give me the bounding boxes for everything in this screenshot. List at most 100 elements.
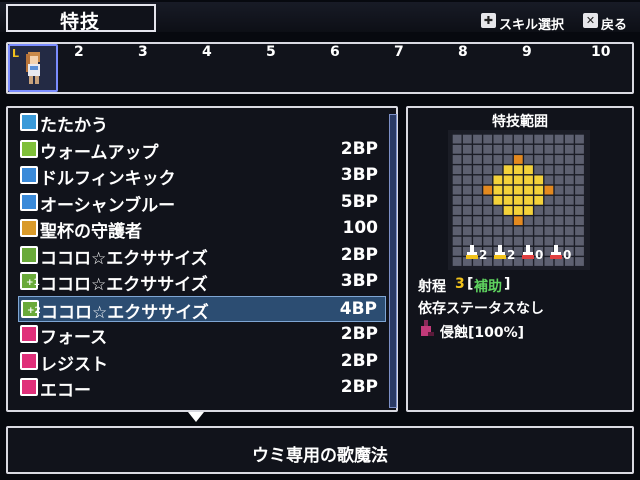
range-cell — [462, 175, 472, 185]
scroll-down-arrow-icon[interactable] — [188, 412, 204, 422]
range-cell — [452, 216, 462, 226]
range-cell — [462, 185, 472, 195]
skill-row[interactable]: エコー 2BP — [18, 375, 386, 401]
range-cell — [452, 144, 462, 154]
range-cell — [493, 195, 503, 205]
range-cell — [575, 236, 584, 246]
range-cell — [554, 175, 564, 185]
range-cell — [483, 155, 493, 164]
range-cell — [564, 134, 574, 144]
party-bar — [6, 42, 634, 94]
party-slot-5[interactable]: 5 — [266, 44, 276, 60]
range-cell — [575, 175, 584, 185]
skill-level-badge: +1 — [26, 278, 40, 288]
skill-cost: 2BP — [340, 377, 378, 397]
range-cell — [564, 175, 574, 185]
square-icon — [20, 192, 38, 211]
range-cell — [503, 195, 513, 205]
range-cell — [534, 165, 544, 175]
range-cell — [524, 165, 533, 175]
skill-row[interactable]: フォース 2BP — [18, 322, 386, 348]
skill-row[interactable]: ウォームアップ 2BP — [18, 137, 386, 163]
range-cell — [493, 175, 503, 185]
range-cell — [534, 134, 544, 144]
range-cell — [503, 134, 513, 144]
skill-row[interactable]: ココロ☆エクササイズ 2BP — [18, 243, 386, 269]
range-cell — [483, 195, 493, 205]
range-cell — [452, 155, 462, 164]
skill-row[interactable]: 聖杯の守護者 100 — [18, 216, 386, 242]
skill-row[interactable]: ドルフィンキック 3BP — [18, 163, 386, 189]
party-slot-8[interactable]: 8 — [458, 44, 468, 60]
skill-row[interactable]: +2 ココロ☆エクササイズ 4BP — [18, 295, 386, 323]
range-cell — [483, 144, 493, 154]
range-cell — [513, 185, 523, 195]
range-cell — [575, 134, 584, 144]
range-cell — [473, 165, 482, 175]
party-slot-10[interactable]: 10 — [591, 44, 610, 60]
party-slot-9[interactable]: 9 — [522, 44, 532, 60]
range-cell — [452, 195, 462, 205]
party-slot-3[interactable]: 3 — [138, 44, 148, 60]
range-cell — [575, 155, 584, 164]
range-cell — [575, 165, 584, 175]
party-slot-4[interactable]: 4 — [202, 44, 212, 60]
range-cell — [544, 165, 554, 175]
range-cell — [564, 206, 574, 215]
skill-row[interactable]: たたかう — [18, 110, 386, 136]
range-cell — [473, 195, 482, 205]
range-cell — [503, 226, 513, 236]
party-slot-6[interactable]: 6 — [330, 44, 340, 60]
range-cell — [493, 155, 503, 164]
range-cell — [503, 165, 513, 175]
range-cell — [575, 226, 584, 236]
range-cell — [473, 185, 482, 195]
skill-cost: 3BP — [340, 271, 378, 291]
range-cell — [452, 236, 462, 246]
range-cell — [452, 165, 462, 175]
party-slot-2[interactable]: 2 — [74, 44, 84, 60]
music-icon — [20, 245, 38, 264]
x-button-icon[interactable]: ✕ — [583, 13, 598, 28]
music-icon: +1 — [20, 272, 40, 290]
party-slot-7[interactable]: 7 — [394, 44, 404, 60]
back-hint[interactable]: 戻る — [601, 14, 627, 33]
range-cell — [575, 216, 584, 226]
range-cell — [544, 226, 554, 236]
range-cell — [544, 206, 554, 215]
range-cell — [513, 175, 523, 185]
range-cell — [483, 236, 493, 246]
leader-badge: L — [12, 47, 20, 60]
skill-row[interactable]: レジスト 2BP — [18, 349, 386, 375]
range-cell — [554, 155, 564, 164]
grail-icon — [20, 219, 38, 237]
skill-row[interactable]: +1 ココロ☆エクササイズ 3BP — [18, 269, 386, 295]
range-cell — [513, 155, 523, 164]
range-label: 射程 — [418, 279, 446, 295]
skill-name: 聖杯の守護者 — [40, 222, 142, 242]
range-cell — [452, 226, 462, 236]
range-cell — [473, 155, 482, 164]
skill-row[interactable]: オーシャンブルー 5BP — [18, 190, 386, 216]
range-cell — [554, 216, 564, 226]
square-icon — [20, 166, 38, 184]
party-slot-1[interactable]: L — [8, 44, 58, 92]
range-counter: 0 — [563, 248, 572, 262]
range-cell — [554, 195, 564, 205]
range-cell — [473, 144, 482, 154]
ally-counter-icon — [466, 244, 478, 259]
range-cell — [544, 144, 554, 154]
skill-list-scrollbar[interactable] — [389, 114, 397, 408]
range-cell — [462, 134, 472, 144]
range-cell — [473, 216, 482, 226]
range-cell — [452, 175, 462, 185]
range-cell — [493, 134, 503, 144]
range-cell — [452, 246, 462, 256]
skill-cost: 2BP — [340, 244, 378, 265]
range-cell — [513, 206, 523, 215]
range-cell — [544, 175, 554, 185]
dpad-icon: ✚ — [481, 13, 496, 28]
skill-name: ココロ☆エクササイズ — [40, 248, 208, 269]
skill-name: たたかう — [40, 116, 108, 136]
range-cell — [564, 144, 574, 154]
